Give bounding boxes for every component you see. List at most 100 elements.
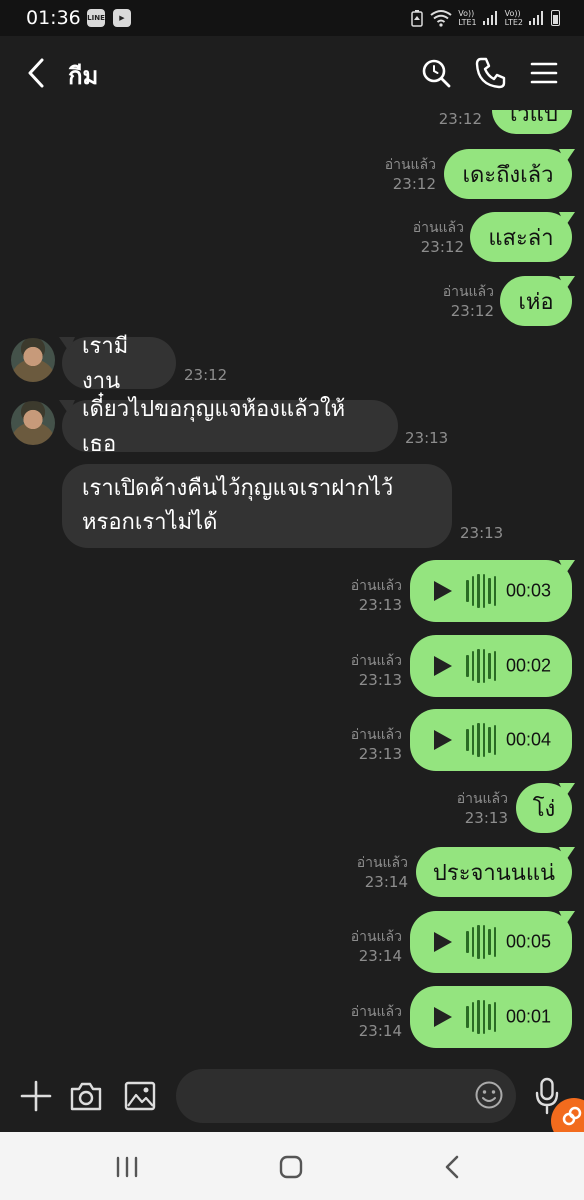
voice-duration: 00:01 (506, 1006, 552, 1027)
voice-message-bubble[interactable]: 00:04 (410, 709, 572, 771)
message-bubble-outgoing[interactable]: แสะล่า (470, 212, 572, 262)
message-bubble-incoming[interactable]: เราเปิดค้างคืนไว้กุญแจเราฝากไว้ หรอกเราไ… (62, 464, 452, 548)
message-input[interactable] (176, 1069, 516, 1123)
plus-icon[interactable] (18, 1078, 54, 1114)
chat-title: กีม (68, 62, 99, 90)
message-time: 23:14 (358, 947, 402, 965)
message-text: แสะล่า (488, 225, 554, 251)
read-receipt: อ่านแล้ว (356, 855, 408, 871)
voice-message-bubble[interactable]: 00:05 (410, 911, 572, 973)
play-icon[interactable] (434, 581, 452, 601)
message-meta: อ่านแล้ว 23:14 (324, 928, 402, 966)
phone-icon[interactable] (472, 54, 508, 92)
read-receipt: อ่านแล้ว (456, 791, 508, 807)
message-time: 23:13 (358, 671, 402, 689)
message-meta: อ่านแล้ว 23:12 (388, 219, 464, 257)
message-bubble-outgoing[interactable]: ไวแป (492, 110, 572, 134)
message-text-line: เราเปิดค้างคืนไว้กุญแจเราฝากไว้ (82, 476, 394, 501)
message-meta: อ่านแล้ว 23:13 (432, 790, 508, 828)
avatar[interactable] (11, 401, 55, 445)
image-icon[interactable] (122, 1078, 158, 1114)
message-bubble-outgoing[interactable]: โง่ (516, 783, 572, 833)
voice-message-bubble[interactable]: 00:01 (410, 986, 572, 1048)
read-receipt: อ่านแล้ว (350, 727, 402, 743)
avatar[interactable] (11, 338, 55, 382)
message-text: โง่ (532, 796, 556, 822)
message-text: ประจานนแน่ (432, 860, 556, 886)
message-meta: อ่านแล้ว 23:12 (418, 283, 494, 321)
message-bubble-incoming[interactable]: เดี๋ยวไปขอกุญแจห้องแล้วให้เธอ (62, 397, 398, 457)
message-text: เดะถึงเล้ว (462, 162, 554, 188)
message-time: 23:12 (450, 302, 494, 320)
home-icon[interactable] (276, 1152, 306, 1182)
message-meta: 23:12 (420, 110, 482, 129)
message-bubble-outgoing[interactable]: ประจานนแน่ (416, 847, 572, 897)
message-meta: อ่านแล้ว 23:12 (360, 156, 436, 194)
read-receipt: อ่านแล้ว (384, 157, 436, 173)
message-bubble-incoming[interactable]: เรามีงาน (62, 334, 176, 394)
signal-icon (529, 11, 545, 25)
read-receipt: อ่านแล้ว (412, 220, 464, 236)
message-meta: อ่านแล้ว 23:13 (324, 652, 402, 690)
message-time: 23:12 (392, 175, 436, 193)
message-time: 23:12 (420, 238, 464, 256)
read-receipt: อ่านแล้ว (350, 653, 402, 669)
play-icon[interactable] (434, 932, 452, 952)
menu-icon[interactable] (526, 54, 562, 92)
chat-area[interactable]: ไวแป 23:12 อ่านแล้ว 23:12 เดะถึงเล้ว อ่า… (0, 110, 584, 1060)
search-icon[interactable] (418, 54, 454, 92)
message-bubble-outgoing[interactable]: เดะถึงเล้ว (444, 149, 572, 199)
message-time: 23:12 (438, 110, 482, 128)
play-icon[interactable] (434, 1007, 452, 1027)
message-text: ไวแป (506, 110, 558, 127)
battery-icon (551, 10, 560, 26)
message-time: 23:14 (364, 873, 408, 891)
waveform-icon (466, 574, 496, 608)
lte2-indicator: Vo)) LTE2 (505, 9, 523, 27)
back-nav-icon[interactable] (438, 1152, 468, 1182)
lte1-indicator: Vo)) LTE1 (458, 9, 476, 27)
message-meta: อ่านแล้ว 23:13 (324, 726, 402, 764)
voice-message-bubble[interactable]: 00:03 (410, 560, 572, 622)
lte1-label: Vo)) (458, 9, 475, 18)
status-right: Vo)) LTE1 Vo)) LTE2 (410, 6, 560, 30)
read-receipt: อ่านแล้ว (442, 284, 494, 300)
message-composer (0, 1060, 584, 1132)
emoji-icon[interactable] (474, 1080, 504, 1110)
message-bubble-outgoing[interactable]: เห่อ (500, 276, 572, 326)
chat-header: กีม (0, 36, 584, 110)
voice-message-bubble[interactable]: 00:02 (410, 635, 572, 697)
message-time: 23:13 (460, 524, 504, 542)
system-nav-bar (0, 1132, 584, 1200)
message-time: 23:13 (358, 745, 402, 763)
camera-icon[interactable] (68, 1078, 104, 1114)
line-app-icon: LINE (87, 9, 105, 27)
message-text: เดี๋ยวไปขอกุญแจห้องแล้วให้เธอ (82, 397, 346, 457)
message-meta: อ่านแล้ว 23:14 (332, 854, 408, 892)
back-arrow-icon[interactable] (22, 54, 56, 92)
message-time: 23:13 (405, 429, 449, 447)
waveform-icon (466, 649, 496, 683)
message-meta: อ่านแล้ว 23:14 (324, 1003, 402, 1041)
signal-icon (482, 11, 499, 25)
message-time: 23:13 (358, 596, 402, 614)
voice-duration: 00:04 (506, 729, 552, 750)
voice-duration: 00:02 (506, 655, 552, 676)
message-text-line: หรอกเราไม่ได้ (82, 510, 218, 535)
voice-duration: 00:05 (506, 931, 552, 952)
read-receipt: อ่านแล้ว (350, 578, 402, 594)
message-time: 23:14 (358, 1022, 402, 1040)
message-text: เรามีงาน (82, 334, 129, 394)
play-icon[interactable] (434, 656, 452, 676)
waveform-icon (466, 1000, 496, 1034)
waveform-icon (466, 925, 496, 959)
voice-duration: 00:03 (506, 580, 552, 601)
message-text: เห่อ (518, 289, 554, 315)
wifi-icon (430, 10, 452, 27)
message-time: 23:12 (184, 366, 228, 384)
read-receipt: อ่านแล้ว (350, 1004, 402, 1020)
play-icon[interactable] (434, 730, 452, 750)
recent-apps-icon[interactable] (112, 1152, 142, 1182)
lte2-label: Vo)) (504, 9, 521, 18)
youtube-like-icon: ▶ (113, 9, 131, 27)
